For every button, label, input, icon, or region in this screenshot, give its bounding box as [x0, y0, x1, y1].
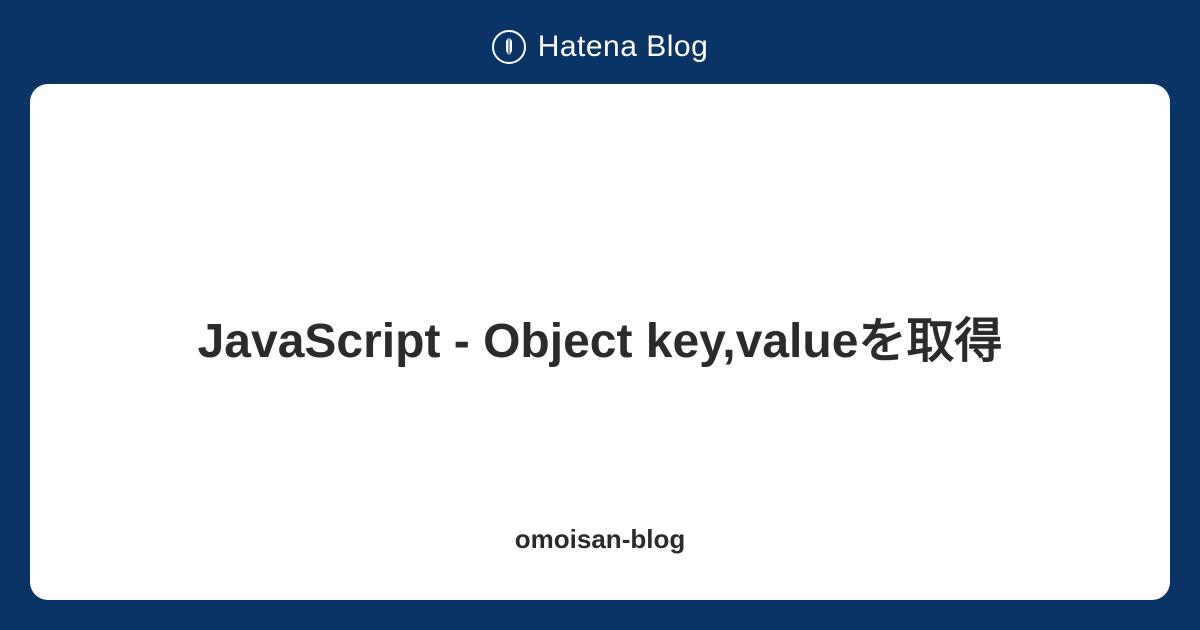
header: Hatena Blog	[492, 30, 709, 64]
blog-name: omoisan-blog	[515, 524, 685, 555]
content-card: JavaScript - Object key,valueを取得 omoisan…	[30, 84, 1170, 600]
brand-name: Hatena Blog	[538, 30, 709, 64]
article-title: JavaScript - Object key,valueを取得	[198, 308, 1003, 375]
hatena-logo-icon	[492, 30, 526, 64]
